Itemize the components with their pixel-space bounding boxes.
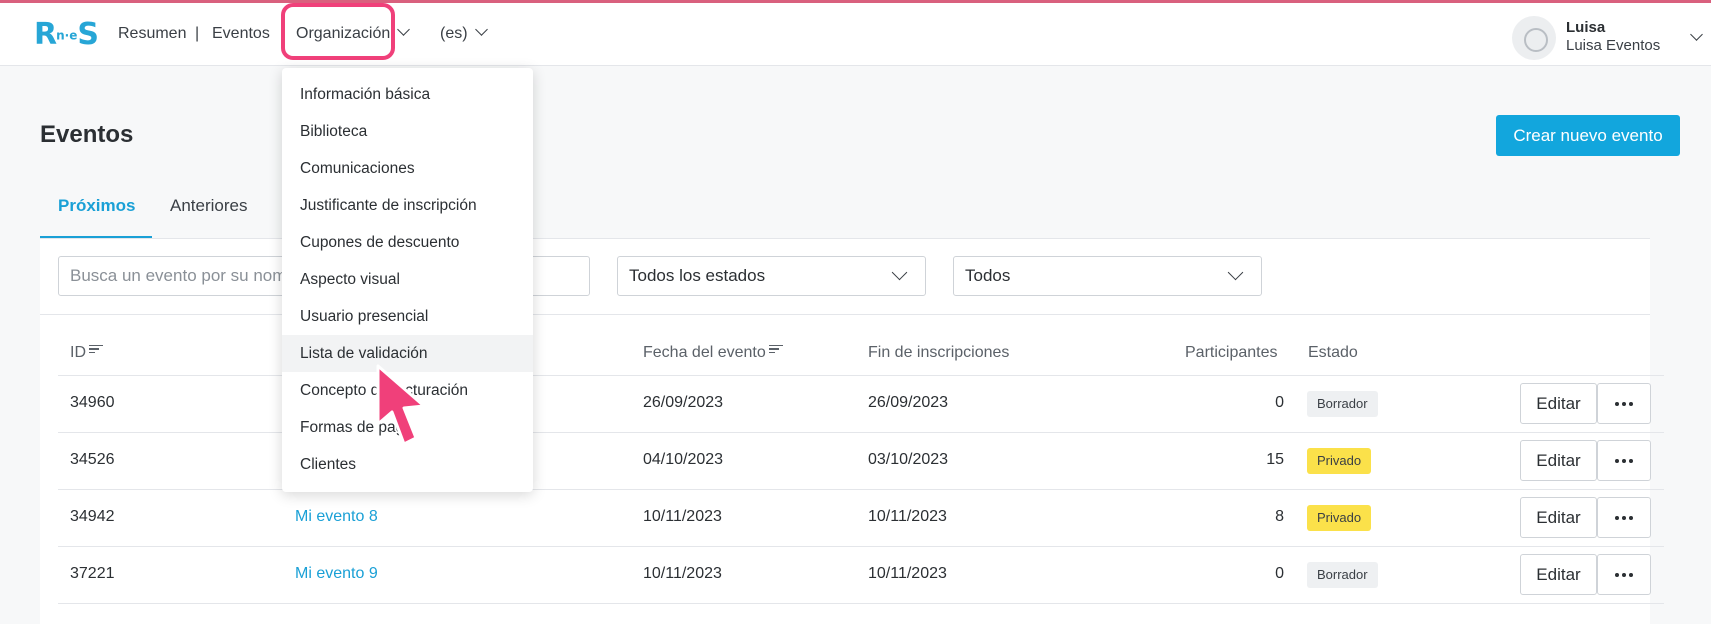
cell-fin: 10/11/2023 — [868, 508, 947, 525]
chevron-down-icon — [397, 23, 411, 36]
cell-id: 34526 — [70, 451, 115, 468]
user-name: Luisa — [1566, 19, 1606, 36]
tab-proximos[interactable]: Próximos — [58, 196, 135, 216]
row-divider — [58, 603, 1664, 604]
type-select[interactable]: Todos — [953, 256, 1262, 296]
chevron-down-icon — [474, 23, 488, 36]
language-selector[interactable]: (es) — [440, 23, 488, 43]
nav-resumen[interactable]: Resumen — [118, 25, 186, 43]
cell-fin: 03/10/2023 — [868, 451, 949, 468]
column-header-id[interactable]: ID — [70, 344, 103, 362]
tab-anteriores[interactable]: Anteriores — [170, 196, 247, 216]
cell-participantes: 8 — [1275, 508, 1284, 525]
sort-icon — [89, 343, 103, 356]
cell-fecha: 26/09/2023 — [643, 394, 724, 411]
event-name-link[interactable]: Mi evento 8 — [295, 508, 378, 526]
chevron-down-icon — [1227, 264, 1244, 281]
row-divider — [58, 546, 1664, 547]
more-options-icon[interactable] — [1597, 383, 1651, 424]
status-badge: Privado — [1307, 505, 1372, 531]
top-navbar: Rn·eS Resumen | Eventos Organización (es… — [0, 3, 1711, 66]
menu-item-comunicaciones[interactable]: Comunicaciones — [282, 150, 533, 187]
avatar[interactable] — [1512, 16, 1556, 60]
column-header-fecha[interactable]: Fecha del evento — [643, 344, 783, 362]
user-organization: Luisa Eventos — [1566, 37, 1661, 54]
cell-fin: 10/11/2023 — [868, 565, 947, 582]
edit-button[interactable]: Editar — [1520, 554, 1597, 595]
more-options-icon[interactable] — [1597, 497, 1651, 538]
event-name-link[interactable]: Mi evento 9 — [295, 565, 378, 583]
cell-fecha: 10/11/2023 — [643, 565, 722, 582]
edit-button[interactable]: Editar — [1520, 383, 1597, 424]
nav-eventos[interactable]: Eventos — [212, 25, 270, 43]
status-badge: Privado — [1307, 448, 1372, 474]
organizacion-highlight-box — [281, 3, 395, 60]
cell-participantes: 0 — [1275, 565, 1284, 582]
menu-item-justificante[interactable]: Justificante de inscripción — [282, 187, 533, 224]
nav-separator: | — [195, 25, 200, 42]
menu-item-informacion-basica[interactable]: Información básica — [282, 76, 533, 113]
create-event-button[interactable]: Crear nuevo evento — [1496, 115, 1680, 156]
more-options-icon[interactable] — [1597, 554, 1651, 595]
status-badge: Borrador — [1307, 391, 1378, 417]
cell-fecha: 04/10/2023 — [643, 451, 724, 468]
cell-fecha: 10/11/2023 — [643, 508, 722, 525]
edit-button[interactable]: Editar — [1520, 440, 1597, 481]
more-options-icon[interactable] — [1597, 440, 1651, 481]
menu-item-usuario-presencial[interactable]: Usuario presencial — [282, 298, 533, 335]
edit-button[interactable]: Editar — [1520, 497, 1597, 538]
status-badge: Borrador — [1307, 562, 1378, 588]
app-logo[interactable]: Rn·eS — [34, 17, 99, 52]
page-title: Eventos — [40, 121, 134, 148]
pointer-cursor-icon — [376, 364, 426, 446]
cell-participantes: 15 — [1266, 451, 1284, 468]
user-menu-chevron-icon[interactable] — [1690, 28, 1703, 41]
cell-id: 34942 — [70, 508, 115, 525]
cell-participantes: 0 — [1275, 394, 1284, 411]
column-header-fin-inscripciones: Fin de inscripciones — [868, 344, 1010, 361]
cell-fin: 26/09/2023 — [868, 394, 949, 411]
cell-id: 37221 — [70, 565, 115, 582]
column-header-estado: Estado — [1308, 344, 1358, 361]
chevron-down-icon — [891, 264, 908, 281]
cell-id: 34960 — [70, 394, 115, 411]
sort-icon — [768, 343, 783, 356]
column-header-participantes: Participantes — [1185, 344, 1278, 361]
status-select[interactable]: Todos los estados — [617, 256, 926, 296]
menu-item-biblioteca[interactable]: Biblioteca — [282, 113, 533, 150]
menu-item-cupones[interactable]: Cupones de descuento — [282, 224, 533, 261]
menu-item-aspecto-visual[interactable]: Aspecto visual — [282, 261, 533, 298]
